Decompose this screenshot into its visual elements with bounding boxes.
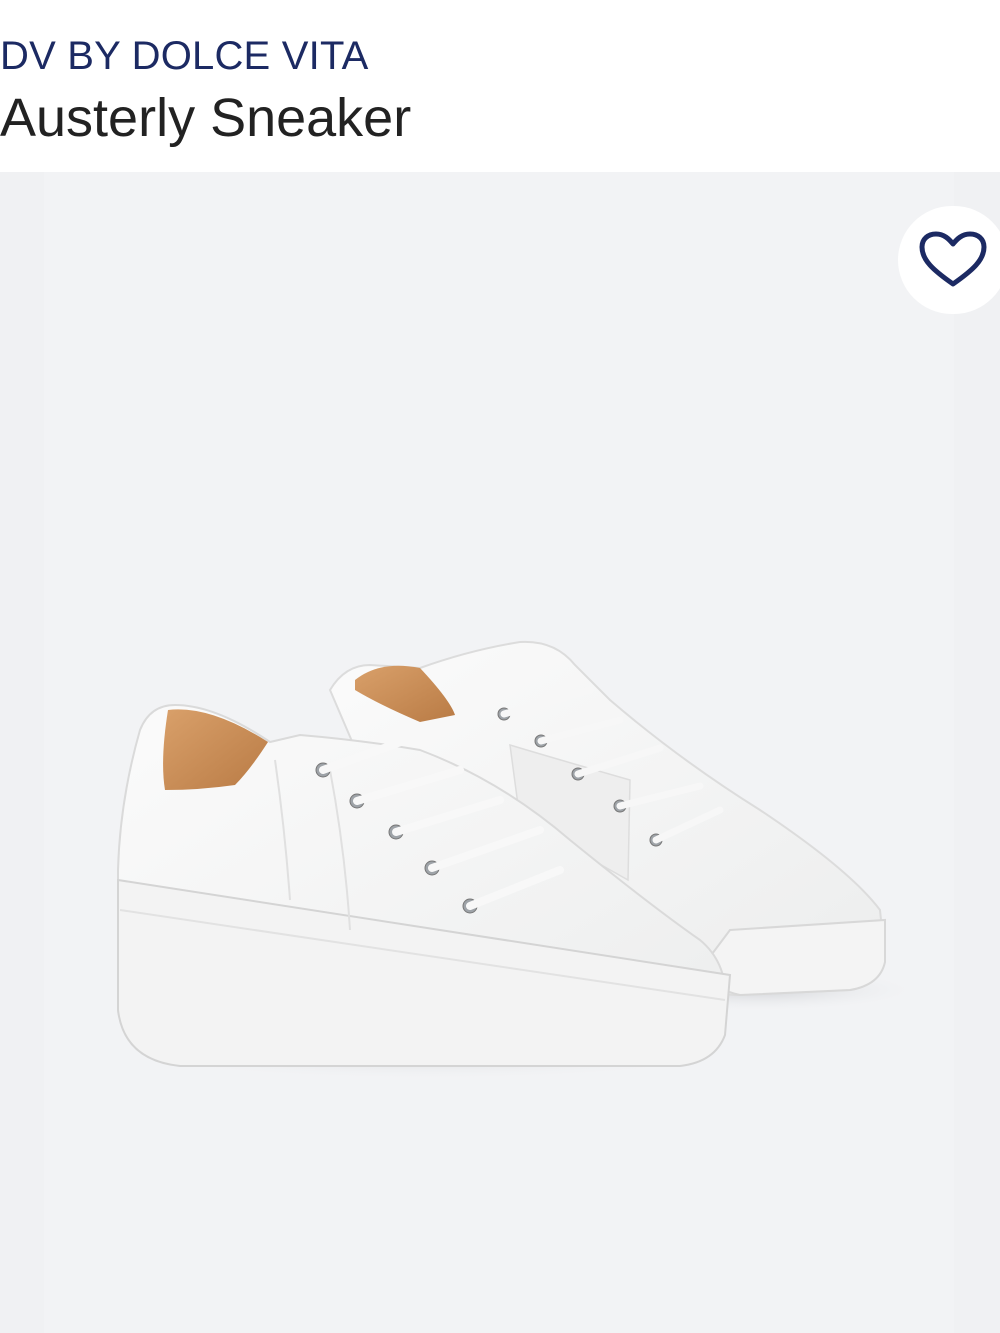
heart-icon [919,231,987,287]
product-image[interactable] [0,0,1000,1333]
favorite-button[interactable] [898,206,1000,314]
